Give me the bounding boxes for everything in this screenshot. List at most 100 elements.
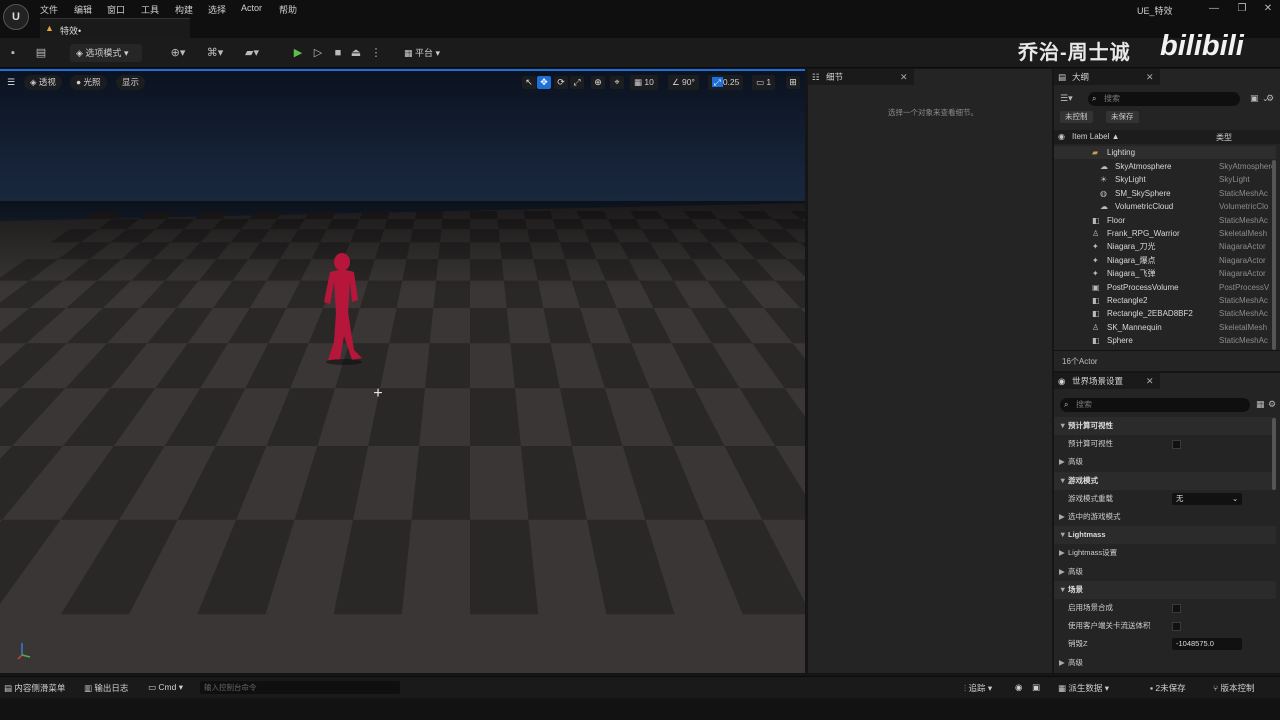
outliner-row[interactable]: ✦ Niagara_飞弹 NiagaraActor (1054, 267, 1276, 280)
derived-data-button[interactable]: ▦ 派生数据 ▾ (1058, 682, 1109, 694)
menu-select[interactable]: 选择 (208, 3, 226, 16)
outliner-row[interactable]: ◧ Sphere StaticMeshAc (1054, 334, 1276, 347)
cinematics-icon[interactable]: ▰▾ (240, 46, 264, 60)
settings-category[interactable]: ▼ Lightmass (1054, 526, 1276, 545)
settings-category[interactable]: ▼ 场景 (1054, 580, 1276, 599)
rotate-icon[interactable]: ⟳ (554, 76, 568, 89)
lit-button[interactable]: ● 光照 (70, 75, 107, 90)
outliner-tab[interactable]: ▤ 大纲 (1054, 69, 1160, 85)
details-tab[interactable]: ☷ 细节 (808, 69, 914, 85)
add-actor-icon[interactable]: ⊕▾ (166, 46, 190, 60)
outliner-row[interactable]: ✦ Niagara_刀光 NiagaraActor (1054, 240, 1276, 253)
surface-snap-icon[interactable]: ⌖ (610, 76, 624, 89)
gear-icon[interactable]: ⚙ (1268, 399, 1276, 410)
content-browser-icon[interactable]: ▤ (34, 46, 48, 60)
setting-checkbox[interactable] (1172, 604, 1181, 613)
folder-add-icon[interactable]: ▣ (1250, 93, 1259, 104)
outliner-row[interactable]: ◧ Rectangle_2EBAD8BF2 StaticMeshAc (1054, 307, 1276, 320)
unreal-logo-icon[interactable]: U (3, 4, 29, 30)
save-icon[interactable]: ▪ (6, 46, 20, 60)
maximize-button[interactable]: ❐ (1235, 3, 1249, 14)
console-input[interactable]: 输入控制台命令 (200, 681, 400, 694)
settings-row[interactable]: ▶ 高级 (1054, 453, 1276, 471)
grid-snap-toggle[interactable]: ▦ 10 (630, 75, 658, 90)
select-cursor-icon[interactable]: ↖ (522, 76, 536, 89)
level-viewport[interactable]: + ☰ ◈ 透视 ● 光照 显示 ↖ ✥ ⟳ ⤢ ⊕ ⌖ ▦ 10 ∠ 90° … (0, 69, 805, 673)
settings-row[interactable]: ▶ 高级 (1054, 654, 1276, 672)
level-tab[interactable]: ▲ 特效• (40, 18, 190, 38)
menu-actor[interactable]: Actor (241, 3, 262, 13)
setting-checkbox[interactable] (1172, 440, 1181, 450)
scale-snap-toggle[interactable]: ⤢ 0.25 (708, 75, 744, 90)
outliner-row[interactable]: ◧ Floor StaticMeshAc (1054, 214, 1276, 227)
outliner-row[interactable]: ☁ VolumetricCloud VolumetricClo (1054, 200, 1276, 213)
rotation-snap-toggle[interactable]: ∠ 90° (668, 75, 699, 90)
menu-window[interactable]: 窗口 (107, 3, 125, 16)
more-options-icon[interactable]: ⋮ (369, 46, 383, 60)
step-icon[interactable]: ▷ (311, 46, 325, 60)
minimize-button[interactable]: — (1207, 3, 1221, 14)
close-icon[interactable]: ✕ (900, 69, 908, 85)
game-mode-dropdown[interactable]: 无 ⌄ (1172, 492, 1242, 505)
table-view-icon[interactable]: ▦ (1256, 399, 1265, 410)
outliner-row[interactable]: ♙ Frank_RPG_Warrior SkeletalMesh (1054, 227, 1276, 240)
menu-edit[interactable]: 编辑 (74, 3, 92, 16)
menu-tools[interactable]: 工具 (141, 3, 159, 16)
stop-icon[interactable]: ■ (331, 46, 345, 60)
outliner-row[interactable]: ☁ SkyAtmosphere SkyAtmosphere (1054, 160, 1276, 173)
viewport-layout-icon[interactable]: ⊞ (786, 76, 800, 89)
col-type[interactable]: 类型 (1216, 132, 1232, 143)
outliner-row[interactable]: ☀ SkyLight SkyLight (1054, 173, 1276, 186)
world-settings-search-input[interactable]: ⌕ 搜索 (1060, 398, 1250, 412)
cmd-button[interactable]: ▭ Cmd ▾ (148, 682, 183, 693)
perspective-button[interactable]: ◈ 透视 (24, 75, 62, 90)
scale-icon[interactable]: ⤢ (570, 76, 584, 89)
record-icon[interactable]: ◉ (1015, 682, 1022, 693)
close-icon[interactable]: ✕ (1146, 373, 1154, 389)
outliner-row[interactable]: ▣ PostProcessVolume PostProcessV (1054, 281, 1276, 294)
outliner-row[interactable]: ◧ Rectangle2 StaticMeshAc (1054, 294, 1276, 307)
blueprint-icon[interactable]: ⌘▾ (203, 46, 227, 60)
settings-category[interactable]: ▼ 预计算可视性 (1054, 417, 1276, 435)
eye-icon[interactable]: ◉ (1058, 132, 1065, 141)
play-icon[interactable]: ▶ (291, 46, 305, 60)
outliner-search-input[interactable]: ⌕ 搜索 ⌄ (1088, 92, 1269, 106)
folder-row[interactable]: ▰ Lighting (1054, 146, 1276, 159)
menu-file[interactable]: 文件 (40, 3, 58, 16)
translate-icon[interactable]: ✥ (537, 76, 551, 89)
eject-icon[interactable]: ⏏ (349, 46, 363, 60)
content-drawer-button[interactable]: ▤ 内容侧滑菜单 (4, 682, 65, 694)
mode-select-button[interactable]: ◈ 选项模式 ▾ (70, 44, 142, 62)
filter-icon[interactable]: ☰▾ (1060, 93, 1073, 104)
trace-button[interactable]: ⫶ 追踪 ▾ (964, 682, 992, 694)
world-settings-scrollbar[interactable] (1272, 418, 1276, 490)
source-control-button[interactable]: ⑂ 版本控制 (1213, 682, 1254, 694)
platform-button[interactable]: ▦ 平台 ▾ (398, 44, 452, 62)
world-space-icon[interactable]: ⊕ (591, 76, 605, 89)
camera-shot-icon[interactable]: ▣ (1032, 682, 1040, 693)
show-button[interactable]: 显示 (116, 75, 146, 90)
setting-checkbox[interactable] (1172, 622, 1181, 632)
close-icon[interactable]: ✕ (1146, 69, 1154, 85)
settings-row[interactable]: ▶ 高级 (1054, 563, 1276, 581)
outliner-row[interactable]: ◍ SM_SkySphere StaticMeshAc (1054, 187, 1276, 200)
kill-z-input[interactable]: -1048575.0 (1172, 638, 1242, 651)
tab-unsaved[interactable]: 未保存 (1106, 111, 1139, 123)
close-window-button[interactable]: ✕ (1261, 3, 1275, 14)
menu-build[interactable]: 构建 (175, 3, 193, 16)
gear-icon[interactable]: ⚙ (1266, 93, 1274, 104)
outliner-scrollbar[interactable] (1272, 160, 1276, 350)
tab-uncontrolled[interactable]: 未控制 (1060, 111, 1093, 123)
menu-help[interactable]: 帮助 (279, 3, 297, 16)
settings-category[interactable]: ▼ 游戏模式 (1054, 471, 1276, 490)
settings-row[interactable]: ▶ Lightmass设置 (1054, 544, 1276, 562)
hamburger-icon[interactable]: ☰ (4, 76, 18, 89)
world-settings-tab[interactable]: ◉ 世界场景设置 (1054, 373, 1160, 389)
col-item-label[interactable]: Item Label ▲ (1072, 132, 1120, 141)
outliner-row[interactable]: ✦ Niagara_爆点 NiagaraActor (1054, 254, 1276, 267)
settings-row[interactable]: ▶ 选中的游戏模式 (1054, 508, 1276, 526)
unsaved-button[interactable]: ▪ 2未保存 (1150, 682, 1186, 694)
outliner-row[interactable]: ♙ SK_Mannequin SkeletalMesh (1054, 321, 1276, 334)
camera-speed-button[interactable]: ▭ 1 (752, 75, 776, 90)
output-log-button[interactable]: ▥ 输出日志 (84, 682, 128, 694)
